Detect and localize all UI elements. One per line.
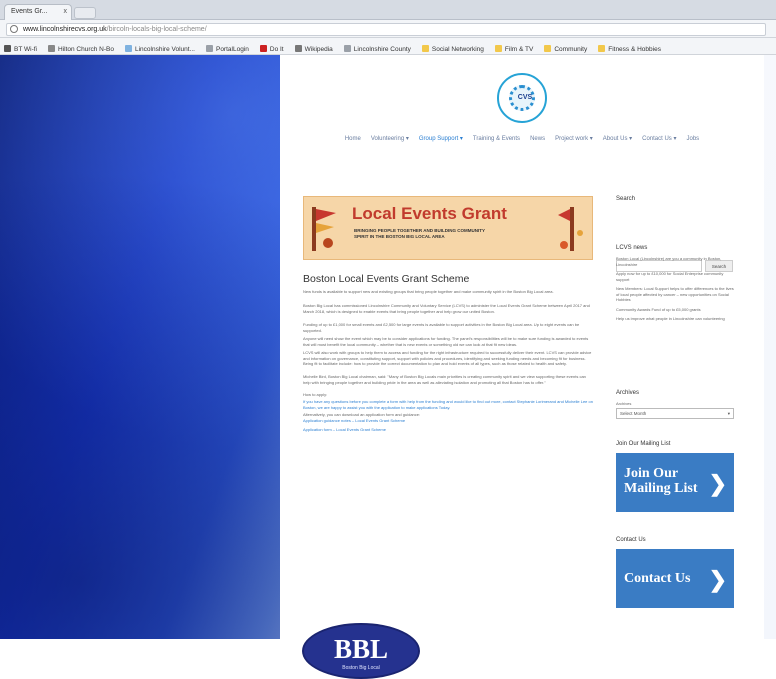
archives-select-value: Select Month [620,411,647,416]
join-mailing-list-label: Join Our Mailing List [624,466,698,496]
mailing-list-heading: Join Our Mailing List [616,441,671,447]
bookmark-label: BT Wi-fi [14,46,37,53]
article-paragraph: LCVS will also work with groups to help … [303,350,592,366]
bookmark-item[interactable]: Social Networking [421,45,484,53]
bookmark-label: Hilton Church N-Bo [58,46,114,53]
nav-item[interactable]: About Us ▾ [603,131,632,147]
tab-title: Events Gr... [11,8,48,15]
bookmark-favicon-icon [4,45,11,52]
article-paragraph: Michelle Bird, Boston Big Local chairman… [303,374,586,385]
bookmark-item[interactable]: Fitness & Hobbies [598,45,661,53]
bookmark-item[interactable]: BT Wi-fi [4,45,37,53]
nav-item[interactable]: Home [345,131,361,147]
article-paragraph: If you have any questions before you com… [303,399,593,410]
article-paragraph: Alternatively, you can download an appli… [303,412,421,417]
news-heading: LCVS news [616,245,648,251]
nav-item[interactable]: Volunteering ▾ [371,131,409,147]
bookmark-label: Lincolnshire County [353,46,411,53]
bookmark-favicon-icon [544,45,552,52]
bookmark-label: Social Networking [431,46,484,53]
browser-tab-strip: Events Gr... x [0,0,776,20]
content-panel: CVS Home Volunteering ▾ Group Support ▾ Tra… [280,55,764,679]
bookmark-favicon-icon [259,45,267,52]
chevron-down-icon: ▾ [727,411,730,416]
bookmark-favicon-icon [125,45,132,52]
cvs-logo[interactable]: CVS [497,73,547,123]
article-paragraph: How to apply: [303,392,328,397]
bookmark-favicon-icon [494,45,502,52]
bookmark-label: Fitness & Hobbies [608,46,661,53]
url-input[interactable]: www.lincolnshirecvs.org.uk/bircoln-local… [6,23,766,36]
boston-big-local-logo[interactable]: BBL Boston Big Local [302,623,420,679]
url-path: /bircoln-locals-big-local-scheme/ [106,26,207,33]
banner-subtitle: BRINGING PEOPLE TOGETHER AND BUILDING CO… [354,228,485,239]
bookmark-label: PortalLogin [215,46,249,53]
chevron-right-icon: ❯ [708,567,727,592]
bookmark-favicon-icon [598,45,606,52]
bookmark-label: Do It [269,46,284,53]
page-info-icon[interactable] [10,25,18,33]
article-paragraph: New funds is available to support new an… [303,289,554,294]
bookmarks-bar: BT Wi-fi Hilton Church N-Bo Lincolnshire V… [0,38,776,55]
fireworks-icon [558,207,583,251]
archives-label: Archives [616,401,632,406]
nav-item[interactable]: Project work ▾ [555,131,593,147]
bookmark-item[interactable]: Do It [259,45,284,53]
archives-heading: Archives [616,390,640,396]
bookmark-item[interactable]: PortalLogin [205,45,249,53]
archives-select[interactable]: Select Month ▾ [616,408,734,419]
bookmark-item[interactable]: Community [544,45,587,53]
news-item[interactable]: New Members: Local Support helps to offe… [616,286,734,303]
contact-heading: Contact Us [616,537,646,543]
bookmark-label: Community [554,46,588,53]
article-paragraph: Funding of up to £1,000 for small events… [303,322,580,333]
bbl-caption: Boston Big Local [342,665,380,671]
bookmark-favicon-icon [294,45,302,52]
chevron-right-icon: ❯ [708,471,727,496]
article-paragraph: Boston Big Local has commissioned Lincol… [303,303,590,314]
flag-bunting-icon [312,207,336,251]
main-navigation: Home Volunteering ▾ Group Support ▾ Trainin… [280,131,764,147]
news-item[interactable]: Apply now for up to £10,000 for Social E… [616,271,734,282]
new-tab-button[interactable] [74,7,96,19]
article-paragraph: Anyone will need show the event which ma… [303,336,589,347]
contact-us-label: Contact Us [624,571,691,586]
bookmark-favicon-icon [421,45,429,52]
join-mailing-list-button[interactable]: Join Our Mailing List ❯ [616,453,734,512]
bookmark-label: Wikipedia [304,46,333,53]
bookmark-item[interactable]: Film & TV [494,45,534,53]
url-host: www.lincolnshirecvs.org.uk [23,26,107,33]
address-bar: www.lincolnshirecvs.org.uk/bircoln-local… [0,20,776,38]
bookmark-item[interactable]: Lincolnshire Volunt... [125,45,195,53]
news-list: Boston Local (Lincolnshire) are you a co… [616,256,734,326]
local-events-grant-banner: Local Events Grant BRINGING PEOPLE TOGET… [303,196,593,260]
bookmark-item[interactable]: Lincolnshire County [343,45,411,53]
bookmark-item[interactable]: Wikipedia [294,45,333,53]
search-heading: Search [616,196,636,202]
nav-item[interactable]: News [530,131,545,147]
contact-us-button[interactable]: Contact Us ❯ [616,549,734,608]
tab-close-icon[interactable]: x [64,8,68,15]
news-item[interactable]: Help us improve what people in Lincolnsh… [616,316,734,322]
logo-emblem: CVS [509,85,535,111]
browser-tab[interactable]: Events Gr... x [4,4,72,20]
bookmark-item[interactable]: Hilton Church N-Bo [48,45,114,53]
nav-item[interactable]: Contact Us ▾ [642,131,676,147]
article-paragraph[interactable]: Application form – Local Events Grant Sc… [303,427,593,433]
bookmark-favicon-icon [343,45,351,52]
nav-item[interactable]: Training & Events [473,131,520,147]
bookmark-favicon-icon [205,45,213,52]
logo-text: CVS [517,94,533,101]
news-item[interactable]: Boston Local (Lincolnshire) are you a co… [616,256,734,267]
bookmark-favicon-icon [48,45,55,52]
nav-item[interactable]: Jobs [686,131,699,147]
bookmark-label: Film & TV [504,46,534,53]
news-item[interactable]: Community Awards Fund of up to £5,000 gr… [616,307,734,313]
article-title: Boston Local Events Grant Scheme [303,273,470,285]
article-paragraph[interactable]: Application guidance notes – Local Event… [303,418,593,424]
nav-item[interactable]: Group Support ▾ [419,131,463,147]
banner-title: Local Events Grant [352,204,507,223]
bookmark-label: Lincolnshire Volunt... [135,46,195,53]
